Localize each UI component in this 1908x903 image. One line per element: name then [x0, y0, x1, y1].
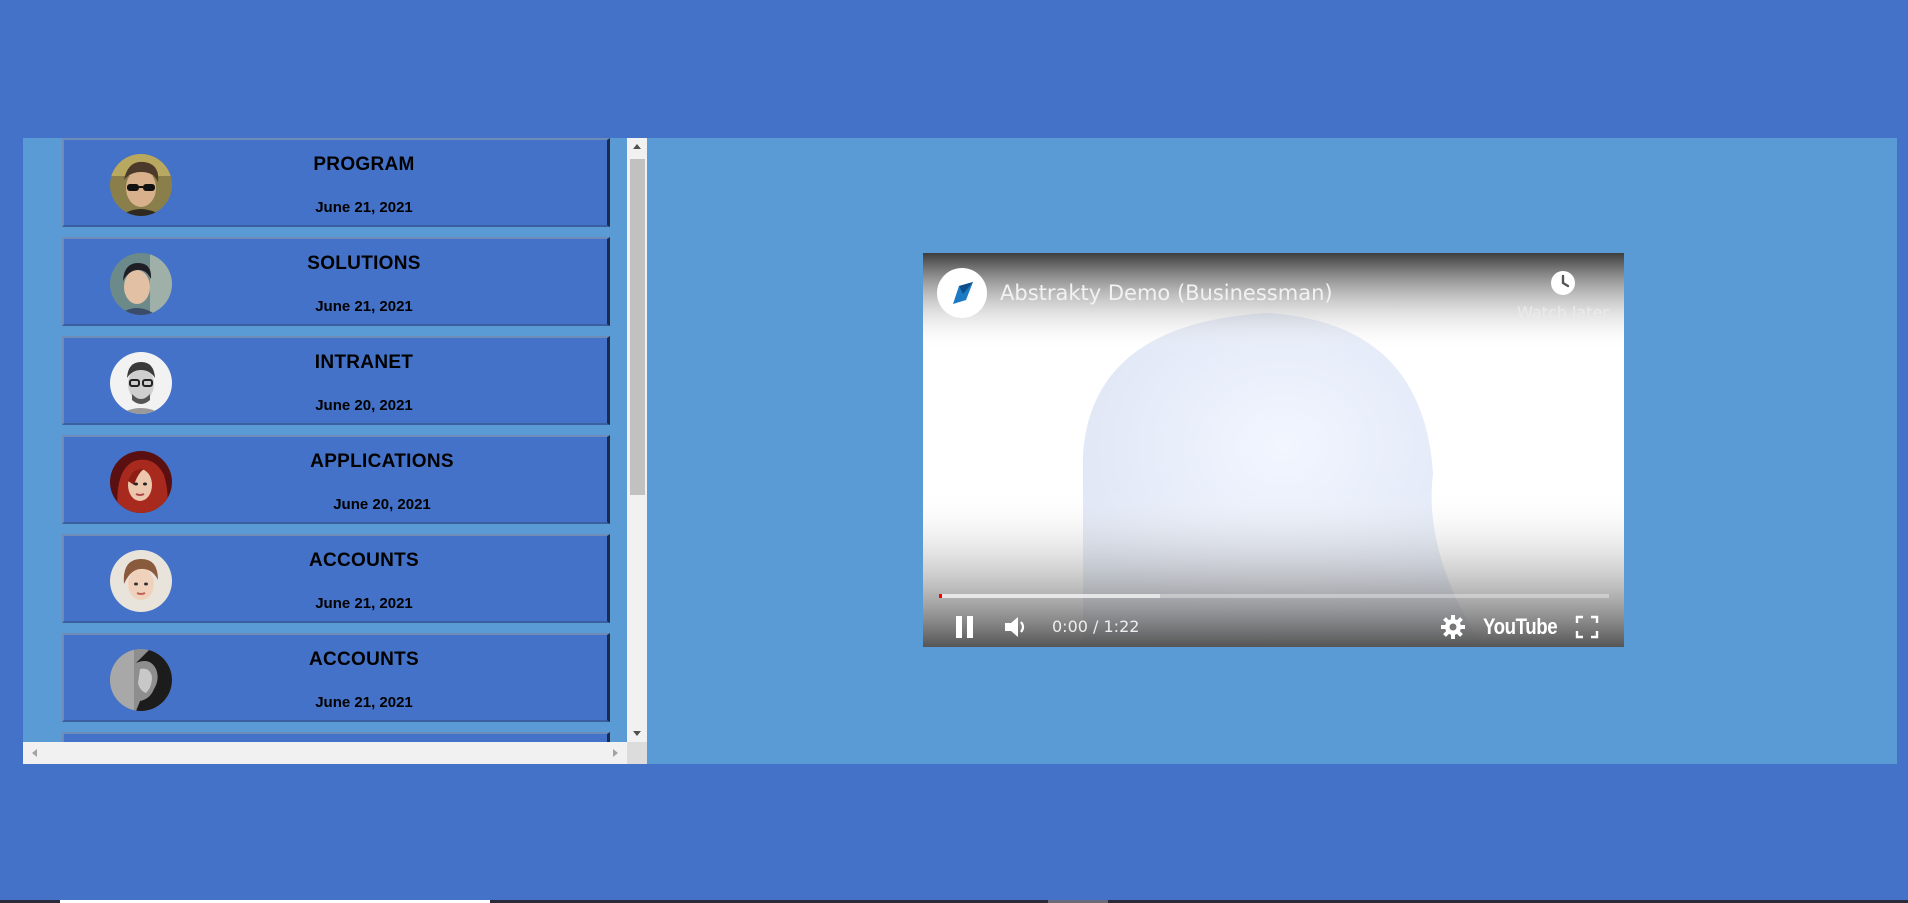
avatar [110, 550, 172, 612]
avatar [110, 253, 172, 315]
avatar [110, 649, 172, 711]
pause-button[interactable] [953, 609, 977, 645]
scroll-up-arrow-icon[interactable] [627, 138, 647, 155]
buffer-bar [939, 594, 1161, 598]
avatar [110, 352, 172, 414]
scrollbar-thumb[interactable] [630, 159, 645, 495]
volume-icon [1005, 617, 1025, 637]
horizontal-scrollbar[interactable] [23, 742, 627, 764]
fullscreen-button[interactable] [1575, 609, 1599, 645]
list-item-date: June 20, 2021 [333, 496, 431, 513]
pause-icon [956, 616, 973, 638]
list-item[interactable]: INTRANET June 20, 2021 [62, 336, 610, 425]
post-list[interactable]: PROGRAM June 21, 2021 SOLUTIONS June 21,… [23, 138, 627, 742]
watch-later-button[interactable]: Watch later [1508, 269, 1618, 322]
scroll-down-arrow-icon[interactable] [627, 725, 647, 742]
post-list-frame: PROGRAM June 21, 2021 SOLUTIONS June 21,… [23, 138, 647, 764]
list-item-title: ACCOUNTS [308, 550, 420, 571]
list-item[interactable]: SOLUTIONS June 21, 2021 [62, 237, 610, 326]
settings-button[interactable] [1440, 609, 1466, 645]
scroll-right-arrow-icon[interactable] [607, 742, 624, 764]
progress-bar[interactable] [939, 594, 1609, 598]
list-item-date: June 20, 2021 [315, 397, 413, 414]
main-panel: PROGRAM June 21, 2021 SOLUTIONS June 21,… [23, 138, 1897, 764]
scroll-left-arrow-icon[interactable] [26, 742, 43, 764]
avatar [110, 154, 172, 216]
list-item[interactable]: PROGRAM June 21, 2021 [62, 138, 610, 227]
list-item-partial[interactable] [62, 732, 610, 742]
list-item-date: June 21, 2021 [315, 595, 413, 612]
list-item[interactable]: APPLICATIONS June 20, 2021 [62, 435, 610, 524]
clock-icon [1551, 271, 1575, 295]
scrollbar-corner [627, 742, 647, 764]
list-item-title: INTRANET [314, 352, 414, 373]
list-item-date: June 21, 2021 [315, 298, 413, 315]
gear-icon [1441, 615, 1465, 639]
volume-button[interactable] [1003, 609, 1031, 645]
list-item-title: SOLUTIONS [307, 253, 421, 274]
list-item-title: ACCOUNTS [308, 649, 420, 670]
list-item-title: APPLICATIONS [310, 451, 454, 472]
progress-played [939, 594, 942, 598]
list-item-date: June 21, 2021 [315, 199, 413, 216]
list-item[interactable]: ACCOUNTS June 21, 2021 [62, 534, 610, 623]
time-display: 0:00 / 1:22 [1052, 617, 1140, 636]
video-player[interactable]: Abstrakty Demo (Businessman) Watch later [923, 253, 1624, 647]
video-title[interactable]: Abstrakty Demo (Businessman) [1000, 281, 1333, 305]
youtube-logo[interactable]: YouTube [1483, 614, 1558, 640]
watch-later-label: Watch later [1517, 303, 1609, 322]
list-item[interactable]: ACCOUNTS June 21, 2021 [62, 633, 610, 722]
fullscreen-icon [1575, 615, 1599, 639]
list-item-title: PROGRAM [313, 154, 415, 175]
list-item-date: June 21, 2021 [315, 694, 413, 711]
page: PROGRAM June 21, 2021 SOLUTIONS June 21,… [0, 0, 1908, 903]
avatar [110, 451, 172, 513]
vertical-scrollbar[interactable] [627, 138, 647, 742]
channel-logo-icon[interactable] [937, 268, 987, 318]
